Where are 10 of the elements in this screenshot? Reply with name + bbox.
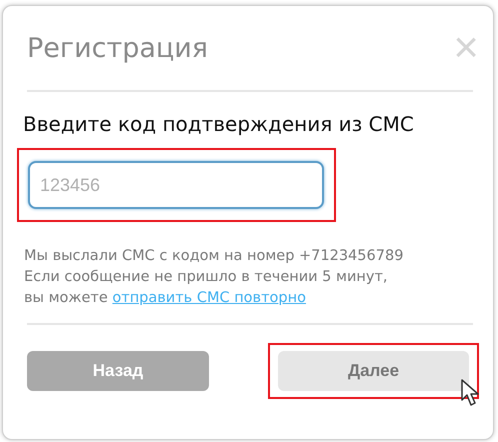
code-input-field[interactable]: 123456 bbox=[28, 161, 324, 209]
dialog-title: Регистрация bbox=[27, 32, 208, 64]
next-button[interactable]: Далее bbox=[278, 351, 469, 391]
close-button[interactable]: × bbox=[453, 26, 479, 70]
resend-sms-link[interactable]: отправить СМС повторно bbox=[112, 290, 306, 306]
message-text: Если сообщение не пришло в течении 5 минут, bbox=[24, 268, 388, 287]
heading: Введите код подтверждения из СМС bbox=[23, 112, 415, 136]
message-text: вы можете bbox=[24, 290, 108, 306]
back-button[interactable]: Назад bbox=[27, 351, 209, 391]
message-text: Мы выслали СМС с кодом на номер +7123456789 bbox=[24, 247, 404, 266]
